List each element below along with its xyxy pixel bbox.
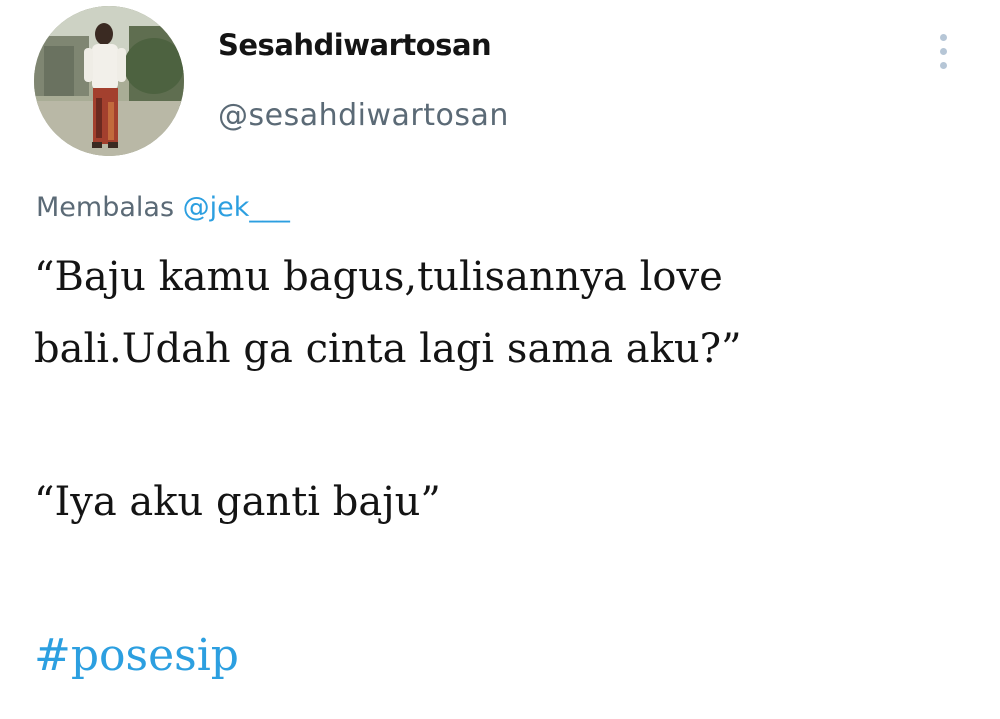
tweet-text-line: “Baju kamu bagus,tulisannya love (34, 254, 723, 300)
tweet-text-line: bali.Udah ga cinta lagi sama aku?” (34, 326, 742, 372)
hashtag-link[interactable]: #posesip (34, 620, 239, 692)
profile-photo-icon (34, 6, 184, 156)
reply-prefix: Membalas (36, 192, 175, 223)
display-name[interactable]: Sesahdiwartosan (218, 28, 492, 62)
reply-mention-link[interactable]: @jek___ (183, 192, 290, 223)
tweet-card: Sesahdiwartosan @sesahdiwartosan Membala… (0, 0, 1000, 719)
reply-context: Membalas @jek___ (36, 192, 290, 223)
more-vertical-icon-dot (940, 62, 947, 69)
more-vertical-icon (940, 34, 947, 41)
more-vertical-icon-dot (940, 48, 947, 55)
avatar[interactable] (34, 6, 184, 156)
more-options-button[interactable] (930, 30, 958, 74)
tweet-text-line: “Iya aku ganti baju” (34, 479, 441, 525)
user-handle[interactable]: @sesahdiwartosan (218, 98, 509, 133)
